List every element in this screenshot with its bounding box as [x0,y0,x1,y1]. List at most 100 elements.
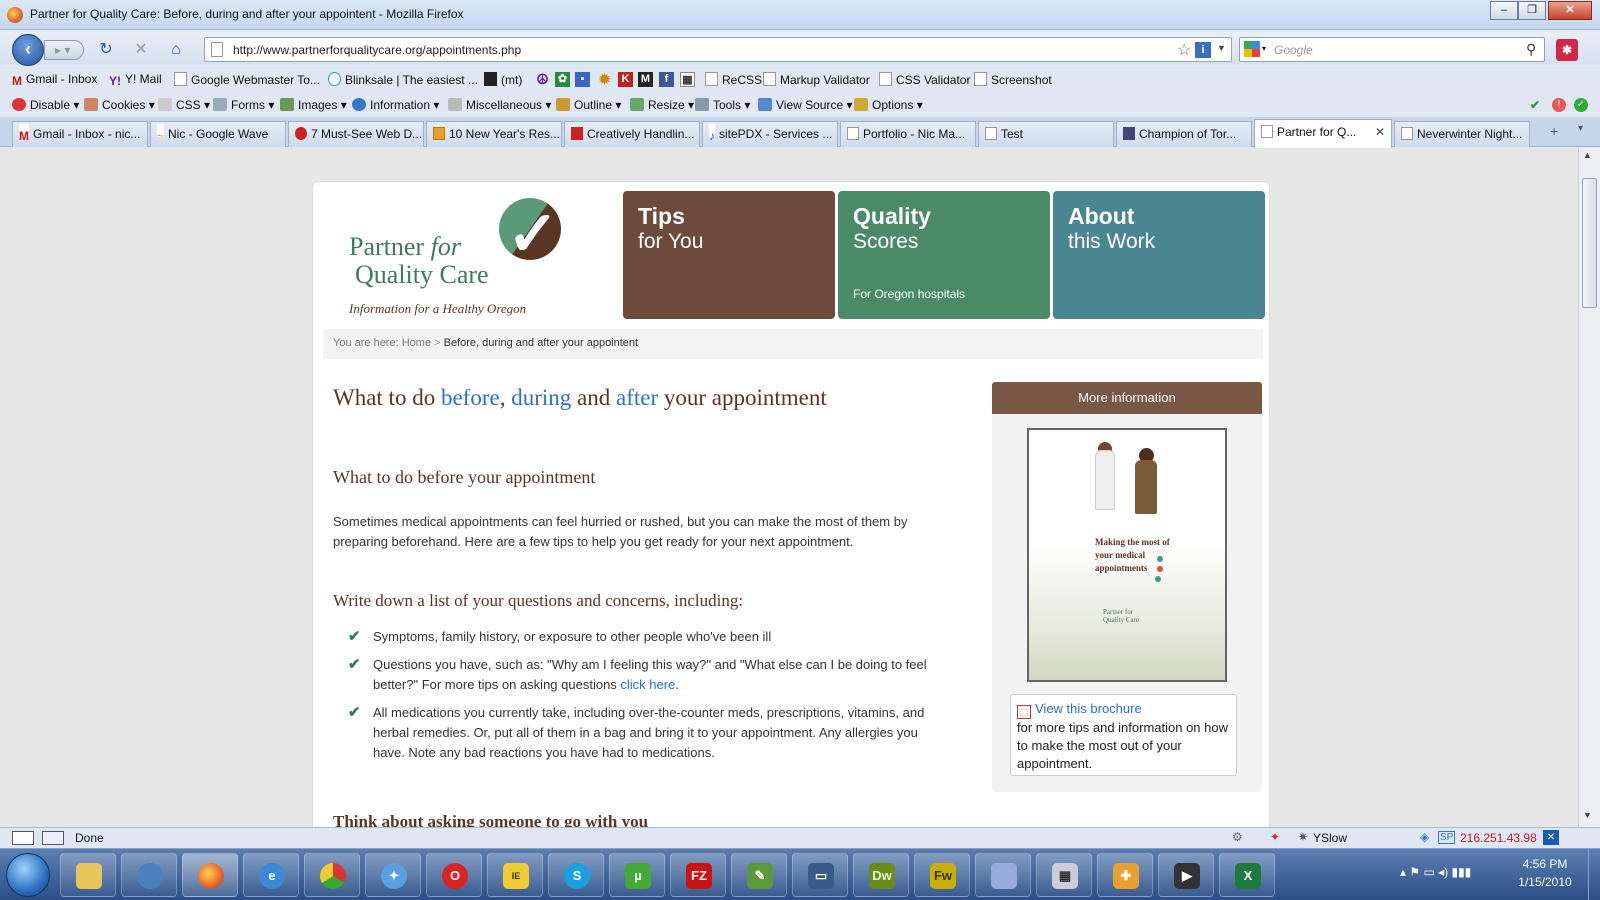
spider-icon[interactable]: ✷ [1298,830,1308,844]
brochure-thumbnail[interactable]: Making the most of your medical appointm… [1027,428,1227,682]
taskbar-safari[interactable]: ✦ [365,853,421,897]
yslow-button[interactable]: YSlow [1313,831,1347,845]
bookmark-blinksale[interactable]: Blinksale | The easiest ... [328,72,478,87]
reload-icon[interactable]: ↻ [96,40,116,60]
bookmark-webmaster[interactable]: Google Webmaster To... [174,72,320,87]
tab-creatively[interactable]: Creatively Handlin... [564,121,700,147]
sp-icon[interactable]: SP [1438,831,1456,844]
taskbar-chrome[interactable] [304,853,360,897]
bookmark-css-validator[interactable]: CSS Validator [879,72,970,87]
nav-tips[interactable]: Tips for You [623,191,835,319]
taskbar-dreamweaver[interactable]: Dw [853,853,909,897]
taskbar-firefox[interactable] [182,853,238,897]
nav-about[interactable]: About this Work [1053,191,1265,319]
minimize-button[interactable]: – [1490,1,1518,20]
tab-google-wave[interactable]: ~ Nic - Google Wave [150,121,286,147]
dev-information-menu[interactable]: Information ▾ [352,98,439,112]
nav-quality[interactable]: Quality Scores For Oregon hospitals [838,191,1050,319]
view-brochure-link[interactable]: View this brochure [1035,701,1142,716]
click-here-link[interactable]: click here [620,677,675,692]
taskbar-app[interactable]: ▭ [792,853,848,897]
dev-disable-menu[interactable]: Disable ▾ [12,98,79,112]
maximize-button[interactable]: ❐ [1518,1,1546,20]
vertical-scrollbar[interactable]: ▲ ▼ [1578,148,1600,827]
bookmark-mt[interactable]: (mt) [484,72,522,87]
dev-images-menu[interactable]: Images ▾ [280,98,347,112]
site-logo[interactable]: ✓ Partner for Quality Care Information f… [349,193,589,327]
tab-test[interactable]: Test [978,121,1114,147]
forward-button[interactable]: ▸ ▾ [44,40,84,60]
taskbar-ie[interactable]: e [243,853,299,897]
k-icon[interactable]: K [618,72,633,87]
taskbar-outlook[interactable] [121,853,177,897]
taskbar-opera[interactable]: O [426,853,482,897]
show-desktop-button[interactable] [1588,849,1600,900]
dev-forms-menu[interactable]: Forms ▾ [213,98,274,112]
dev-outline-menu[interactable]: Outline ▾ [556,98,621,112]
valid-check-icon[interactable]: ✔ [1530,98,1540,112]
url-dropdown-icon[interactable]: ▼ [1217,43,1226,53]
close-tab-icon[interactable]: ✕ [1375,120,1385,144]
firebug-icon[interactable] [12,831,34,845]
bug-icon[interactable]: ✹ [597,72,612,87]
taskbar-filezilla[interactable]: FZ [670,853,726,897]
taskbar-puzzle[interactable]: ✚ [1097,853,1153,897]
tab-champion[interactable]: Champion of Tor... [1116,121,1252,147]
tab-list-icon[interactable]: ▾ [1578,123,1583,134]
scroll-up-icon[interactable]: ▲ [1583,150,1592,160]
tab-gmail[interactable]: M Gmail - Inbox - nic... [12,121,148,147]
facebook-icon[interactable]: f [659,72,674,87]
taskbar-calculator[interactable]: ▦ [1036,853,1092,897]
new-tab-icon[interactable]: + [1550,123,1558,139]
diamond-icon[interactable]: ◈ [1420,830,1429,844]
tab-portfolio[interactable]: Portfolio - Nic Ma... [840,121,976,147]
adblock-icon[interactable]: ✱ [1556,39,1578,61]
url-text[interactable]: http://www.partnerforqualitycare.org/app… [233,43,521,57]
back-button[interactable]: ‹ [12,34,44,66]
tab-partner-active[interactable]: Partner for Q... ✕ [1254,119,1392,148]
system-clock[interactable]: 4:56 PM 1/15/2010 [1510,855,1580,891]
taskbar-fireworks[interactable]: Fw [914,853,970,897]
engine-dropdown-icon[interactable]: ▾ [1262,44,1266,53]
dev-css-menu[interactable]: CSS ▾ [158,98,210,112]
bookmark-star-icon[interactable]: ☆ [1177,40,1191,60]
grid-icon[interactable]: ▦ [680,72,695,87]
peace-icon[interactable]: ☮ [535,72,550,87]
url-bar[interactable]: http://www.partnerforqualitycare.org/app… [204,37,1232,62]
scroll-down-icon[interactable]: ▼ [1583,810,1592,820]
m-icon[interactable]: M [638,72,653,87]
colorzilla-icon[interactable]: ✦ [1270,830,1280,844]
bookmark-screenshot[interactable]: Screenshot [974,72,1052,87]
taskbar-utorrent[interactable]: µ [609,853,665,897]
taskbar-evernote[interactable]: ✎ [731,853,787,897]
system-tray[interactable]: ▴ ⚑ ▭ ◂) ▮▮▮ [1400,865,1471,879]
bookmark-gmail[interactable]: M Gmail - Inbox [12,72,97,88]
home-icon[interactable]: ⌂ [166,40,186,60]
search-placeholder[interactable]: Google [1274,43,1313,57]
stop-icon[interactable]: ✕ [131,40,151,60]
dev-tools-menu[interactable]: Tools ▾ [695,98,750,112]
search-bar[interactable]: ▾ Google ⚲ [1239,37,1545,62]
dev-cookies-menu[interactable]: Cookies ▾ [84,98,155,112]
x-icon[interactable]: ✕ [1543,830,1559,845]
dev-misc-menu[interactable]: Miscellaneous ▾ [448,98,551,112]
taskbar-excel[interactable]: X [1219,853,1275,897]
taskbar-explorer[interactable] [60,853,116,897]
dev-viewsource-menu[interactable]: View Source ▾ [758,98,853,112]
google-engine-icon[interactable] [1244,41,1260,57]
bookmark-markup-validator[interactable]: Markup Validator [763,72,870,87]
tab-sitepdx[interactable]: ♪ sitePDX - Services ... [702,121,838,147]
plugin-icon[interactable]: ⚙ [1232,830,1243,844]
taskbar-skype[interactable]: S [548,853,604,897]
breadcrumb-home-link[interactable]: Home [402,337,431,349]
start-button[interactable] [6,853,50,897]
dev-options-menu[interactable]: Options ▾ [854,98,923,112]
tab-web-d[interactable]: 7 Must-See Web D... [288,121,424,147]
delicious-icon[interactable]: ▪ [575,72,590,87]
bookmark-ymail[interactable]: Y! Y! Mail [109,72,162,88]
taskbar-ietester[interactable]: IE [487,853,543,897]
close-window-button[interactable]: ✕ [1548,1,1592,20]
info-icon[interactable]: i [1195,42,1211,58]
ok-icon[interactable]: ✓ [1574,98,1588,112]
tab-neverwinter[interactable]: Neverwinter Night... [1394,121,1530,147]
